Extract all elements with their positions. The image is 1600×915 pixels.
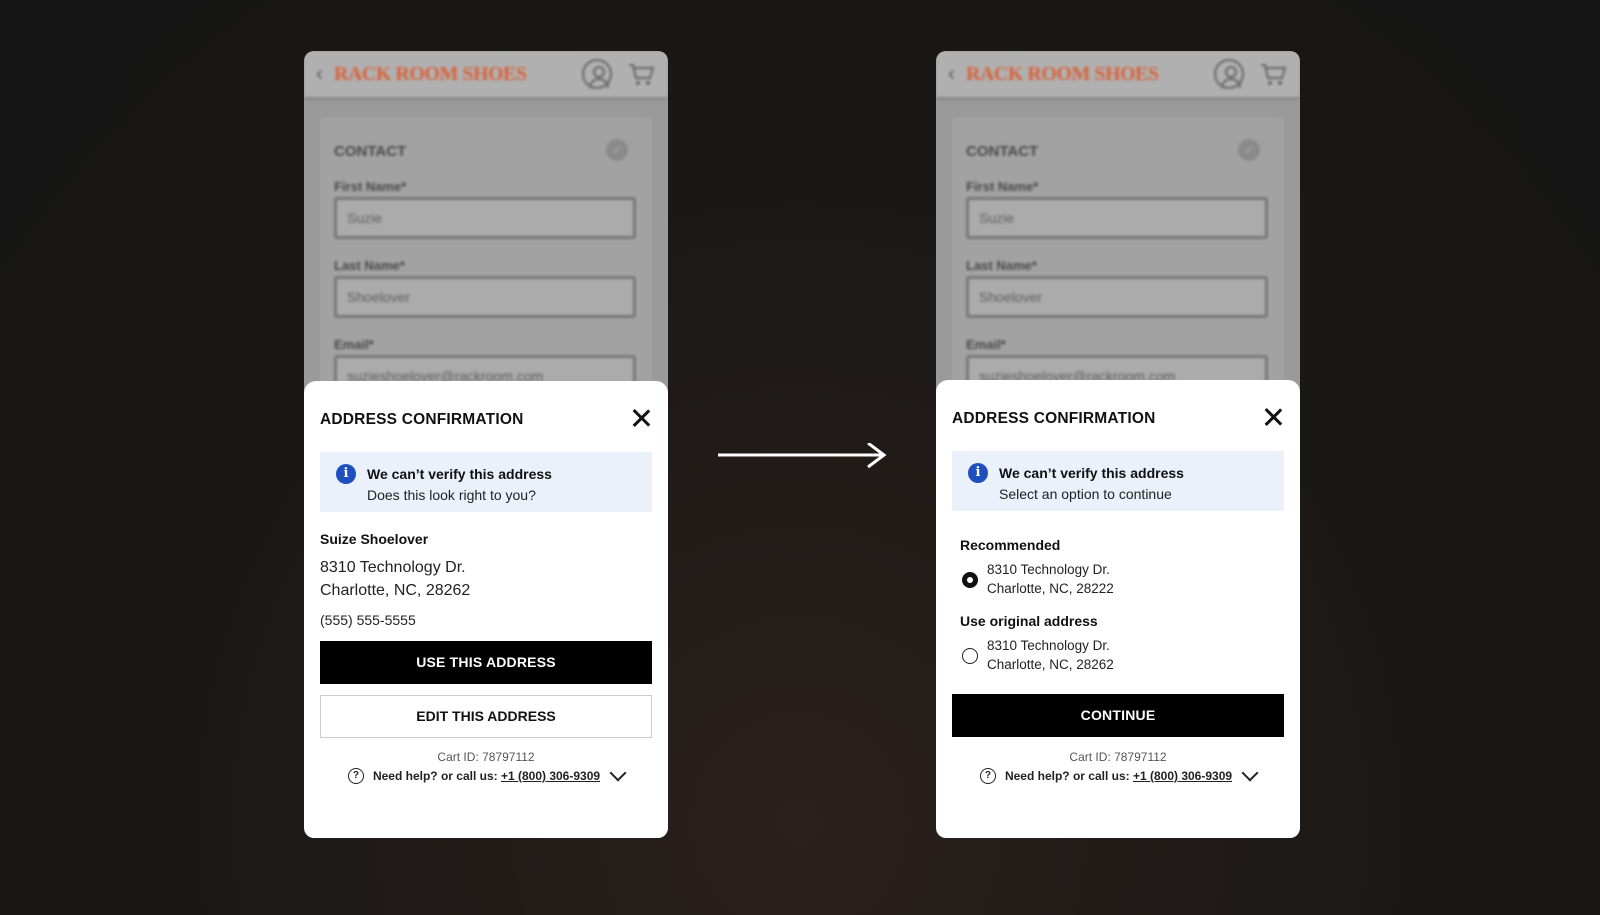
help-row: ? Need help? or call us: +1 (800) 306-93…	[304, 764, 668, 784]
close-icon[interactable]	[1262, 406, 1284, 428]
cart-id: Cart ID: 78797112	[1069, 750, 1167, 764]
first-name-label: First Name*	[966, 179, 1039, 194]
back-chevron-icon[interactable]: ‹	[316, 63, 334, 86]
modal-title: ADDRESS CONFIRMATION	[952, 410, 1156, 427]
back-chevron-icon[interactable]: ‹	[948, 63, 966, 86]
info-banner: i We can’t verify this address Does this…	[320, 452, 652, 512]
check-icon	[1238, 139, 1260, 161]
help-phone[interactable]: +1 (800) 306-9309	[1133, 769, 1232, 783]
background-page: ‹ RACK ROOM SHOES CONTACT First Name* Su…	[304, 51, 668, 417]
recommended-label: Recommended	[960, 537, 1061, 553]
customer-name: Suize Shoelover	[320, 531, 429, 547]
close-icon[interactable]	[630, 407, 652, 429]
user-icon[interactable]	[582, 59, 612, 89]
contact-title: CONTACT	[966, 143, 1039, 160]
modal-title: ADDRESS CONFIRMATION	[320, 411, 524, 428]
use-this-address-button[interactable]: USE THIS ADDRESS	[320, 641, 652, 684]
arrow-right-icon	[718, 443, 887, 469]
help-icon: ?	[979, 768, 996, 784]
info-subtext: Select an option to continue	[999, 486, 1172, 502]
original-address-line-2: Charlotte, NC, 28262	[987, 657, 1114, 672]
email-label: Email*	[966, 337, 1006, 352]
info-heading: We can’t verify this address	[367, 466, 552, 482]
contact-card: CONTACT First Name* Suzie Last Name* Sho…	[952, 117, 1284, 417]
brand-logo: RACK ROOM SHOES	[334, 62, 527, 85]
cart-icon[interactable]	[1258, 59, 1288, 89]
phone-number: (555) 555-5555	[320, 612, 416, 628]
cart-id: Cart ID: 78797112	[437, 750, 535, 764]
top-bar: ‹ RACK ROOM SHOES	[936, 51, 1300, 97]
help-link[interactable]: Need help? or call us: +1 (800) 306-9309	[1005, 769, 1232, 783]
info-icon: i	[336, 464, 356, 484]
last-name-field[interactable]: Shoelover	[334, 276, 636, 318]
last-name-field[interactable]: Shoelover	[966, 276, 1268, 318]
help-prefix: Need help? or call us:	[372, 769, 501, 783]
top-bar: ‹ RACK ROOM SHOES	[304, 51, 668, 97]
info-subtext: Does this look right to you?	[367, 487, 536, 503]
background-page: ‹ RACK ROOM SHOES CONTACT First Name* Su…	[936, 51, 1300, 417]
contact-card: CONTACT First Name* Suzie Last Name* Sho…	[320, 117, 652, 417]
cart-icon[interactable]	[626, 59, 656, 89]
recommended-radio[interactable]	[962, 572, 978, 588]
info-banner: i We can’t verify this address Select an…	[952, 451, 1284, 511]
edit-this-address-button[interactable]: EDIT THIS ADDRESS	[320, 695, 652, 738]
chevron-down-icon[interactable]	[1241, 764, 1259, 782]
help-prefix: Need help? or call us:	[1004, 769, 1133, 783]
info-icon: i	[968, 463, 988, 483]
help-icon: ?	[347, 768, 364, 784]
contact-title: CONTACT	[334, 143, 407, 160]
first-name-field[interactable]: Suzie	[334, 197, 636, 239]
brand-logo: RACK ROOM SHOES	[966, 62, 1159, 85]
recommended-address-line-2: Charlotte, NC, 28222	[987, 581, 1114, 596]
original-address-radio[interactable]	[962, 648, 978, 664]
email-label: Email*	[334, 337, 374, 352]
continue-button[interactable]: CONTINUE	[952, 694, 1284, 737]
phone-screen-before: ‹ RACK ROOM SHOES CONTACT First Name* Su…	[304, 51, 668, 838]
chevron-down-icon[interactable]	[609, 764, 627, 782]
first-name-label: First Name*	[334, 179, 407, 194]
user-icon[interactable]	[1214, 59, 1244, 89]
recommended-address-line-1: 8310 Technology Dr.	[987, 562, 1110, 577]
last-name-label: Last Name*	[334, 258, 405, 273]
check-icon	[606, 139, 628, 161]
help-link[interactable]: Need help? or call us: +1 (800) 306-9309	[373, 769, 600, 783]
original-address-label: Use original address	[960, 613, 1098, 629]
address-line-2: Charlotte, NC, 28262	[320, 582, 471, 599]
last-name-label: Last Name*	[966, 258, 1037, 273]
info-heading: We can’t verify this address	[999, 465, 1184, 481]
first-name-field[interactable]: Suzie	[966, 197, 1268, 239]
address-confirmation-modal: ADDRESS CONFIRMATION i We can’t verify t…	[304, 381, 668, 838]
phone-screen-after: ‹ RACK ROOM SHOES CONTACT First Name* Su…	[936, 51, 1300, 838]
help-phone[interactable]: +1 (800) 306-9309	[501, 769, 600, 783]
address-line-1: 8310 Technology Dr.	[320, 559, 466, 576]
help-row: ? Need help? or call us: +1 (800) 306-93…	[936, 764, 1300, 784]
address-confirmation-modal: ADDRESS CONFIRMATION i We can’t verify t…	[936, 380, 1300, 838]
original-address-line-1: 8310 Technology Dr.	[987, 638, 1110, 653]
